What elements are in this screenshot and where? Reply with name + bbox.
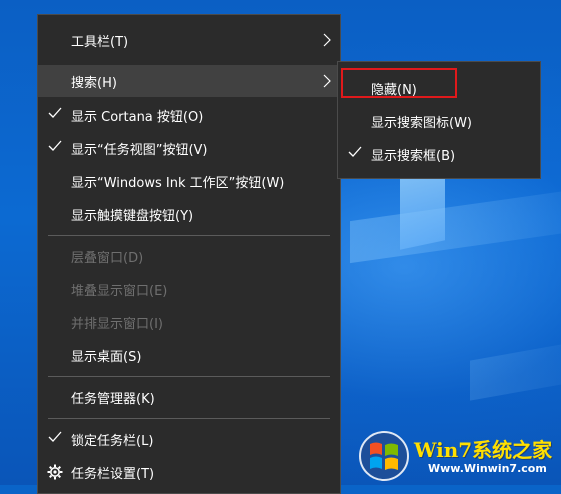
checkmark-icon [48,431,62,442]
red-highlight-box [341,68,457,98]
menu-item-label: 并排显示窗口(I) [71,316,163,332]
menu-item-taskbar-settings[interactable]: 任务栏设置(T) [38,456,340,488]
menu-separator [48,376,330,377]
taskbar-context-menu: 工具栏(T) 搜索(H) 显示 Cortana 按钮(O) 显示“任务视图”按钮… [37,14,341,494]
windows-flag-logo-icon [359,431,409,481]
menu-item-label: 堆叠显示窗口(E) [71,283,168,299]
menu-item-task-manager[interactable]: 任务管理器(K) [38,381,340,413]
checkmark-icon [48,140,62,151]
checkmark-icon [348,146,362,157]
checkmark-icon [48,107,62,118]
menu-item-label: 层叠窗口(D) [71,250,144,266]
menu-item-label: 锁定任务栏(L) [71,433,154,449]
menu-item-side-by-side-windows: 并排显示窗口(I) [38,306,340,338]
menu-item-show-cortana[interactable]: 显示 Cortana 按钮(O) [38,99,340,131]
chevron-right-icon [323,74,331,88]
chevron-right-icon [323,33,331,47]
menu-item-show-touch-keyboard[interactable]: 显示触摸键盘按钮(Y) [38,198,340,230]
menu-item-label: 显示“任务视图”按钮(V) [71,142,208,158]
submenu-item-show-search-icon[interactable]: 显示搜索图标(W) [338,105,540,137]
menu-item-show-desktop[interactable]: 显示桌面(S) [38,339,340,371]
menu-item-show-task-view[interactable]: 显示“任务视图”按钮(V) [38,132,340,164]
watermark-url: Www.Winwin7.com [428,462,547,475]
menu-item-label: 显示“Windows Ink 工作区”按钮(W) [71,175,285,191]
submenu-item-show-search-box[interactable]: 显示搜索框(B) [338,138,540,170]
menu-item-label: 显示 Cortana 按钮(O) [71,109,204,125]
menu-item-label: 显示触摸键盘按钮(Y) [71,208,194,224]
watermark: Win7系统之家 Www.Winwin7.com [358,430,558,482]
menu-separator [48,418,330,419]
menu-item-label: 工具栏(T) [71,34,129,50]
light-beam [350,188,561,264]
menu-separator [48,235,330,236]
menu-item-label: 显示搜索框(B) [371,148,456,164]
menu-item-cascade-windows: 层叠窗口(D) [38,240,340,272]
menu-item-stack-windows: 堆叠显示窗口(E) [38,273,340,305]
gear-icon [47,464,63,480]
menu-item-label: 显示搜索图标(W) [371,115,472,131]
menu-item-label: 搜索(H) [71,75,117,91]
menu-item-toolbars[interactable]: 工具栏(T) [38,24,340,56]
menu-item-label: 显示桌面(S) [71,349,142,365]
watermark-brand: Win7系统之家 [414,438,553,462]
menu-item-lock-taskbar[interactable]: 锁定任务栏(L) [38,423,340,455]
menu-item-label: 任务管理器(K) [71,391,155,407]
menu-item-search[interactable]: 搜索(H) [38,65,340,97]
light-beam [470,339,561,401]
menu-item-label: 任务栏设置(T) [71,466,155,482]
menu-item-show-windows-ink[interactable]: 显示“Windows Ink 工作区”按钮(W) [38,165,340,197]
